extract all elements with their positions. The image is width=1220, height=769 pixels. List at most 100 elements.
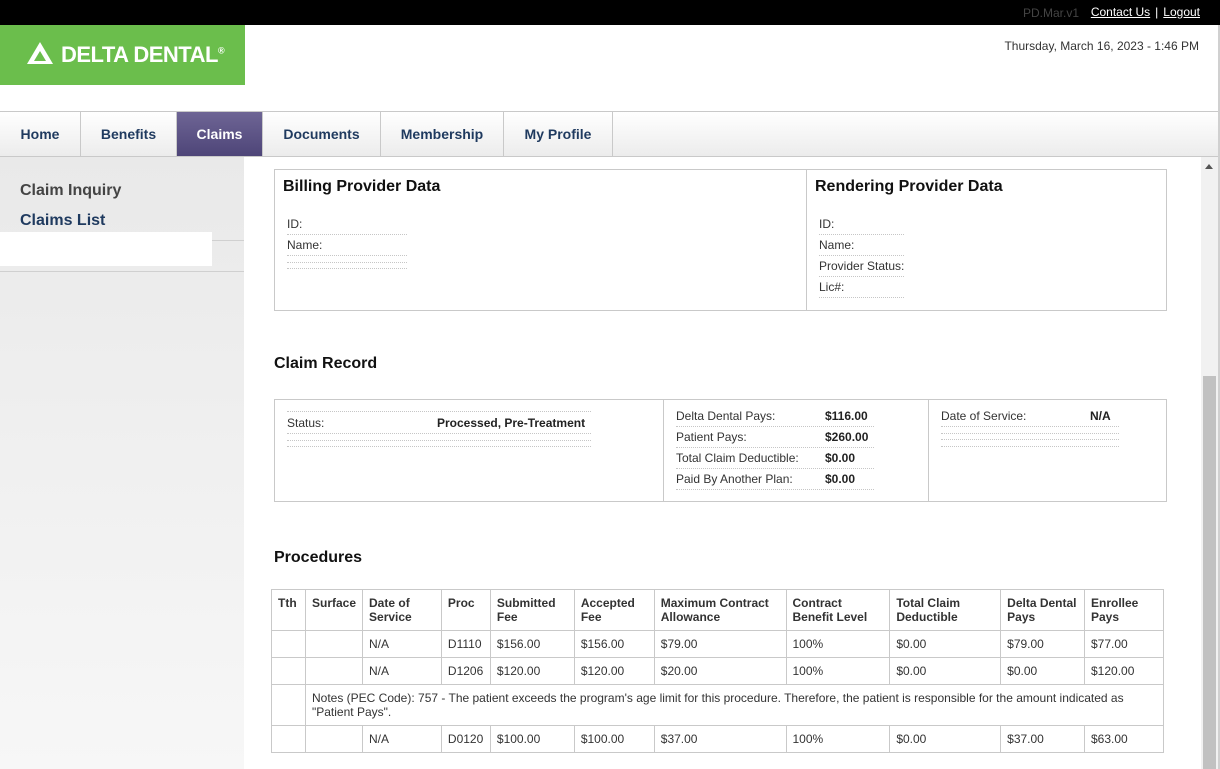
table-header-row: Tth Surface Date of Service Proc Submitt… xyxy=(271,589,1164,631)
dotted-line xyxy=(287,255,407,256)
table-cell: D1110 xyxy=(440,630,491,658)
table-cell: $79.00 xyxy=(1000,630,1085,658)
link-separator: | xyxy=(1155,5,1159,19)
table-cell: $37.00 xyxy=(653,725,787,753)
dotted-line xyxy=(676,468,874,469)
table-cell: N/A xyxy=(362,657,442,685)
tab-home[interactable]: Home xyxy=(0,112,81,156)
pec-code-note: Notes (PEC Code): 757 - The patient exce… xyxy=(304,684,1165,726)
dotted-line xyxy=(287,268,407,269)
procedures-table: Tth Surface Date of Service Proc Submitt… xyxy=(271,589,1165,753)
column-header: Contract Benefit Level xyxy=(785,589,891,631)
procedures-title: Procedures xyxy=(274,549,363,566)
dotted-line xyxy=(941,439,1119,440)
delta-triangle-icon xyxy=(27,42,53,64)
vertical-scrollbar[interactable] xyxy=(1201,157,1218,769)
claim-divider xyxy=(928,400,929,501)
tab-documents[interactable]: Documents xyxy=(263,112,381,156)
dotted-line xyxy=(676,489,874,490)
status-value: Processed, Pre-Treatment xyxy=(437,416,586,430)
billing-provider-title: Billing Provider Data xyxy=(283,178,441,195)
dotted-line xyxy=(287,440,591,441)
dotted-line xyxy=(819,297,904,298)
rendering-name-label: Name: xyxy=(819,238,855,252)
table-cell xyxy=(304,725,364,753)
table-cell: D1206 xyxy=(440,657,491,685)
table-cell xyxy=(271,630,306,658)
table-cell: $100.00 xyxy=(573,725,655,753)
sidebar-item-claims-list[interactable]: Claims List xyxy=(20,212,105,230)
top-links: Contact Us | Logout xyxy=(1091,5,1200,19)
scrollbar-thumb[interactable] xyxy=(1203,376,1216,769)
patient-pays-label: Patient Pays: xyxy=(676,430,747,444)
table-cell xyxy=(304,630,364,658)
contact-us-link[interactable]: Contact Us xyxy=(1091,5,1150,19)
rendering-provider-title: Rendering Provider Data xyxy=(815,178,1003,195)
claim-divider xyxy=(663,400,664,501)
dotted-line xyxy=(287,262,407,263)
dotted-line xyxy=(287,433,591,434)
dotted-line xyxy=(819,234,904,235)
main-nav: Home Benefits Claims Documents Membershi… xyxy=(0,111,1218,157)
table-row: N/A D1206 $120.00 $120.00 $20.00 100% $0… xyxy=(271,657,1164,685)
other-plan-value: $0.00 xyxy=(825,472,856,486)
deductible-label: Total Claim Deductible: xyxy=(676,451,799,465)
version-label: PD.Mar.v1 xyxy=(1023,6,1080,20)
dotted-line xyxy=(941,433,1119,434)
registered-mark: ® xyxy=(217,45,225,56)
column-header: Maximum Contract Allowance xyxy=(653,589,787,631)
logout-link[interactable]: Logout xyxy=(1163,5,1200,19)
sidebar-item-claim-inquiry[interactable]: Claim Inquiry xyxy=(20,182,121,200)
table-cell xyxy=(271,684,306,726)
column-header: Accepted Fee xyxy=(573,589,655,631)
dotted-line xyxy=(676,426,874,427)
table-cell: $20.00 xyxy=(653,657,787,685)
dotted-line xyxy=(287,411,591,412)
column-header: Delta Dental Pays xyxy=(1000,589,1085,631)
column-header: Proc xyxy=(440,589,491,631)
table-cell: $156.00 xyxy=(489,630,575,658)
table-cell: $120.00 xyxy=(573,657,655,685)
dotted-line xyxy=(287,446,591,447)
current-datetime: Thursday, March 16, 2023 - 1:46 PM xyxy=(1004,39,1199,53)
table-note-row: Notes (PEC Code): 757 - The patient exce… xyxy=(271,684,1165,726)
table-cell: D0120 xyxy=(440,725,491,753)
table-cell: $0.00 xyxy=(889,725,1002,753)
scroll-up-arrow-icon[interactable] xyxy=(1205,164,1213,169)
provider-status-label: Provider Status: xyxy=(819,259,905,273)
billing-id-label: ID: xyxy=(287,217,303,231)
table-cell: $0.00 xyxy=(889,630,1002,658)
rendering-id-label: ID: xyxy=(819,217,835,231)
tab-benefits[interactable]: Benefits xyxy=(81,112,177,156)
deductible-value: $0.00 xyxy=(825,451,856,465)
table-cell: $120.00 xyxy=(489,657,575,685)
table-row: N/A D0120 $100.00 $100.00 $37.00 100% $0… xyxy=(271,725,1164,753)
status-label: Status: xyxy=(287,416,325,430)
provider-divider xyxy=(806,170,807,310)
billing-name-label: Name: xyxy=(287,238,323,252)
dotted-line xyxy=(819,276,904,277)
tab-membership[interactable]: Membership xyxy=(381,112,504,156)
delta-dental-logo[interactable]: DELTA DENTAL® xyxy=(0,25,245,85)
table-cell: $0.00 xyxy=(1000,657,1085,685)
sidebar-divider xyxy=(0,271,244,272)
table-cell: $100.00 xyxy=(489,725,575,753)
dotted-line xyxy=(819,255,904,256)
claim-record-title: Claim Record xyxy=(274,355,378,372)
column-header: Total Claim Deductible xyxy=(889,589,1002,631)
table-cell: $63.00 xyxy=(1084,725,1164,753)
top-bar: PD.Mar.v1 Contact Us | Logout xyxy=(0,0,1220,25)
dotted-line xyxy=(676,447,874,448)
license-label: Lic#: xyxy=(819,280,845,294)
dotted-line xyxy=(941,446,1119,447)
table-cell: $0.00 xyxy=(889,657,1002,685)
table-cell: 100% xyxy=(785,657,891,685)
table-cell: 100% xyxy=(785,725,891,753)
tab-claims[interactable]: Claims xyxy=(177,112,263,156)
logo-wordmark: DELTA DENTAL® xyxy=(61,42,225,68)
table-row: N/A D1110 $156.00 $156.00 $79.00 100% $0… xyxy=(271,630,1164,658)
tab-my-profile[interactable]: My Profile xyxy=(504,112,613,156)
table-cell: $156.00 xyxy=(573,630,655,658)
table-cell: $37.00 xyxy=(1000,725,1085,753)
date-of-service-label: Date of Service: xyxy=(941,409,1027,423)
